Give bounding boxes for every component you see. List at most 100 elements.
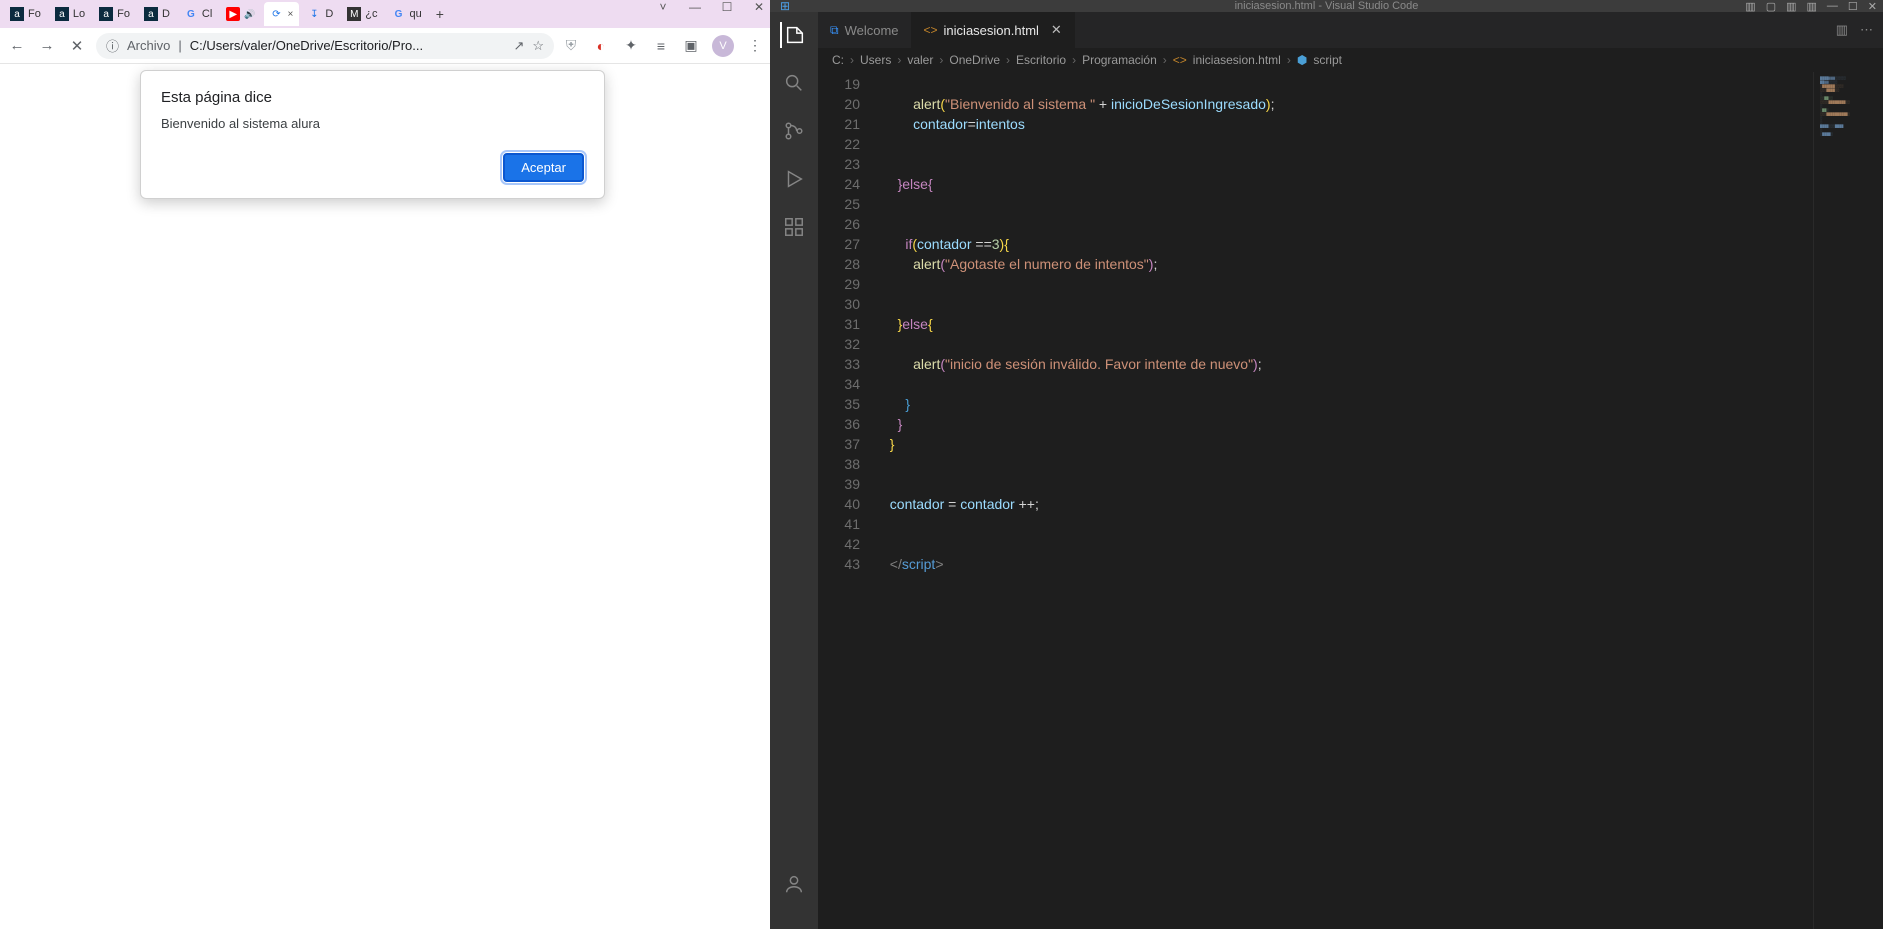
shield-icon[interactable]: ⛨ (562, 37, 580, 55)
vscode-window: ⊞ iniciasesion.html - Visual Studio Code… (770, 0, 1883, 929)
browser-tab[interactable]: aD (138, 2, 176, 26)
browser-tab[interactable]: Gqu (386, 2, 428, 26)
tab-label: D (325, 8, 333, 20)
alert-title: Esta página dice (161, 89, 584, 106)
explorer-icon[interactable] (780, 22, 806, 48)
scheme-label: Archivo (127, 38, 170, 53)
html-icon: <> (1173, 53, 1187, 67)
page-viewport: Esta página dice Bienvenido al sistema a… (0, 64, 770, 929)
tab-file[interactable]: <>iniciasesion.html✕ (912, 12, 1075, 48)
info-icon[interactable]: ⓘ (106, 36, 119, 55)
alert-actions: Aceptar (161, 153, 584, 182)
breadcrumb-item[interactable]: Programación (1082, 53, 1157, 67)
html-icon: <> (924, 23, 938, 37)
tab-label: D (162, 8, 170, 20)
tab-strip: aFo aLo aFo aD GCl ▶🔊 ⟳× ↧D M¿c Gqu + ˅ … (0, 0, 770, 28)
breadcrumb-item[interactable]: script (1313, 53, 1342, 67)
browser-tab[interactable]: GCl (178, 2, 218, 26)
code-content[interactable]: alert("Bienvenido al sistema " + inicioD… (870, 72, 1813, 929)
reading-list-icon[interactable]: ≡ (652, 37, 670, 55)
browser-tab[interactable]: M ¿c (341, 2, 383, 26)
browser-tab[interactable]: a Fo (93, 2, 136, 26)
breadcrumb-item[interactable]: C: (832, 53, 844, 67)
minimize-icon[interactable]: — (1827, 0, 1838, 13)
browser-tab[interactable]: ▶🔊 (220, 2, 261, 26)
breadcrumb-item[interactable]: Escritorio (1016, 53, 1066, 67)
minimap[interactable]: ████▓▓▓░░░░░ ██▓▓░░░░ ░██████░░░░ ░░░███… (1813, 72, 1883, 929)
stop-button[interactable]: ✕ (66, 37, 88, 55)
omnibox[interactable]: ⓘ Archivo | C:/Users/valer/OneDrive/Escr… (96, 33, 554, 59)
tab-label: Fo (117, 8, 130, 20)
breadcrumb-item[interactable]: valer (907, 53, 933, 67)
audio-icon: 🔊 (244, 9, 255, 20)
browser-tab[interactable]: aLo (49, 2, 91, 26)
split-editor-icon[interactable]: ▥ (1836, 22, 1848, 38)
tab-welcome[interactable]: ⧉ Welcome (818, 12, 912, 48)
maximize-icon[interactable]: ☐ (720, 0, 734, 14)
address-bar: ← → ✕ ⓘ Archivo | C:/Users/valer/OneDriv… (0, 28, 770, 64)
favicon-icon: G (184, 7, 198, 21)
layout-icon[interactable]: ▥ (1807, 0, 1817, 13)
minimize-icon[interactable]: — (688, 0, 702, 14)
symbol-icon: ⬢ (1297, 53, 1307, 67)
extensions-icon[interactable] (781, 214, 807, 240)
layout-icon[interactable]: ▥ (1745, 0, 1755, 13)
youtube-icon: ▶ (226, 7, 240, 21)
url-text: C:/Users/valer/OneDrive/Escritorio/Pro..… (190, 38, 506, 53)
editor-tabs: ⧉ Welcome <>iniciasesion.html✕ ▥ ⋯ (818, 12, 1883, 48)
vscode-logo-icon: ⊞ (780, 0, 790, 13)
accept-button[interactable]: Aceptar (503, 153, 584, 182)
tab-label: qu (410, 8, 422, 20)
alert-message: Bienvenido al sistema alura (161, 116, 584, 131)
browser-tab-active[interactable]: ⟳× (264, 2, 300, 26)
share-icon[interactable]: ↗ (513, 38, 524, 54)
dropdown-icon[interactable]: ˅ (656, 0, 670, 14)
menu-icon[interactable]: ⋮ (746, 37, 764, 55)
new-tab-button[interactable]: + (430, 6, 450, 22)
tab-close-icon[interactable]: × (288, 9, 294, 20)
close-icon[interactable]: ✕ (752, 0, 766, 14)
favicon-icon: M (347, 7, 361, 21)
download-icon: ↧ (307, 7, 321, 21)
breadcrumb[interactable]: C:› Users› valer› OneDrive› Escritorio› … (818, 48, 1883, 72)
tab-label: Lo (73, 8, 85, 20)
favicon-icon: G (392, 7, 406, 21)
tab-close-icon[interactable]: ✕ (1051, 22, 1062, 38)
vscode-titlebar: ⊞ iniciasesion.html - Visual Studio Code… (770, 0, 1883, 12)
favicon-icon: a (99, 7, 113, 21)
close-icon[interactable]: ✕ (1868, 0, 1877, 13)
star-icon[interactable]: ☆ (532, 38, 544, 54)
activity-bar (770, 12, 818, 929)
adblock-icon[interactable]: ◐ (592, 37, 610, 55)
breadcrumb-item[interactable]: Users (860, 53, 891, 67)
account-icon[interactable] (781, 871, 807, 897)
side-panel-icon[interactable]: ▣ (682, 37, 700, 55)
window-controls: ˅ — ☐ ✕ (656, 0, 766, 14)
layout-icon[interactable]: ▥ (1786, 0, 1796, 13)
toolbar-right: ⛨ ◐ ✦ ≡ ▣ V ⋮ (562, 35, 764, 57)
breadcrumb-item[interactable]: iniciasesion.html (1193, 53, 1281, 67)
separator: | (178, 38, 181, 53)
browser-tab[interactable]: aFo (4, 2, 47, 26)
code-editor[interactable]: 1920212223242526272829303132333435363738… (818, 72, 1883, 929)
avatar[interactable]: V (712, 35, 734, 57)
chrome-window: aFo aLo aFo aD GCl ▶🔊 ⟳× ↧D M¿c Gqu + ˅ … (0, 0, 770, 929)
tab-label: ¿c (365, 8, 377, 20)
line-gutter: 1920212223242526272829303132333435363738… (818, 72, 870, 929)
search-icon[interactable] (781, 70, 807, 96)
more-icon[interactable]: ⋯ (1860, 22, 1873, 38)
maximize-icon[interactable]: ☐ (1848, 0, 1858, 13)
favicon-icon: a (10, 7, 24, 21)
vscode-title-controls: ▥ ▢ ▥ ▥ — ☐ ✕ (1745, 0, 1877, 13)
editor-area: ⧉Welcome <>iniciasesion.html✕ ▥ ⋯ C:› Us… (818, 12, 1883, 929)
extensions-icon[interactable]: ✦ (622, 37, 640, 55)
vscode-icon: ⧉ (830, 23, 839, 38)
back-button[interactable]: ← (6, 37, 28, 54)
source-control-icon[interactable] (781, 118, 807, 144)
browser-tab[interactable]: ↧D (301, 2, 339, 26)
tab-label: Welcome (845, 23, 899, 38)
forward-button[interactable]: → (36, 37, 58, 54)
breadcrumb-item[interactable]: OneDrive (949, 53, 1000, 67)
layout-icon[interactable]: ▢ (1766, 0, 1776, 13)
run-debug-icon[interactable] (781, 166, 807, 192)
